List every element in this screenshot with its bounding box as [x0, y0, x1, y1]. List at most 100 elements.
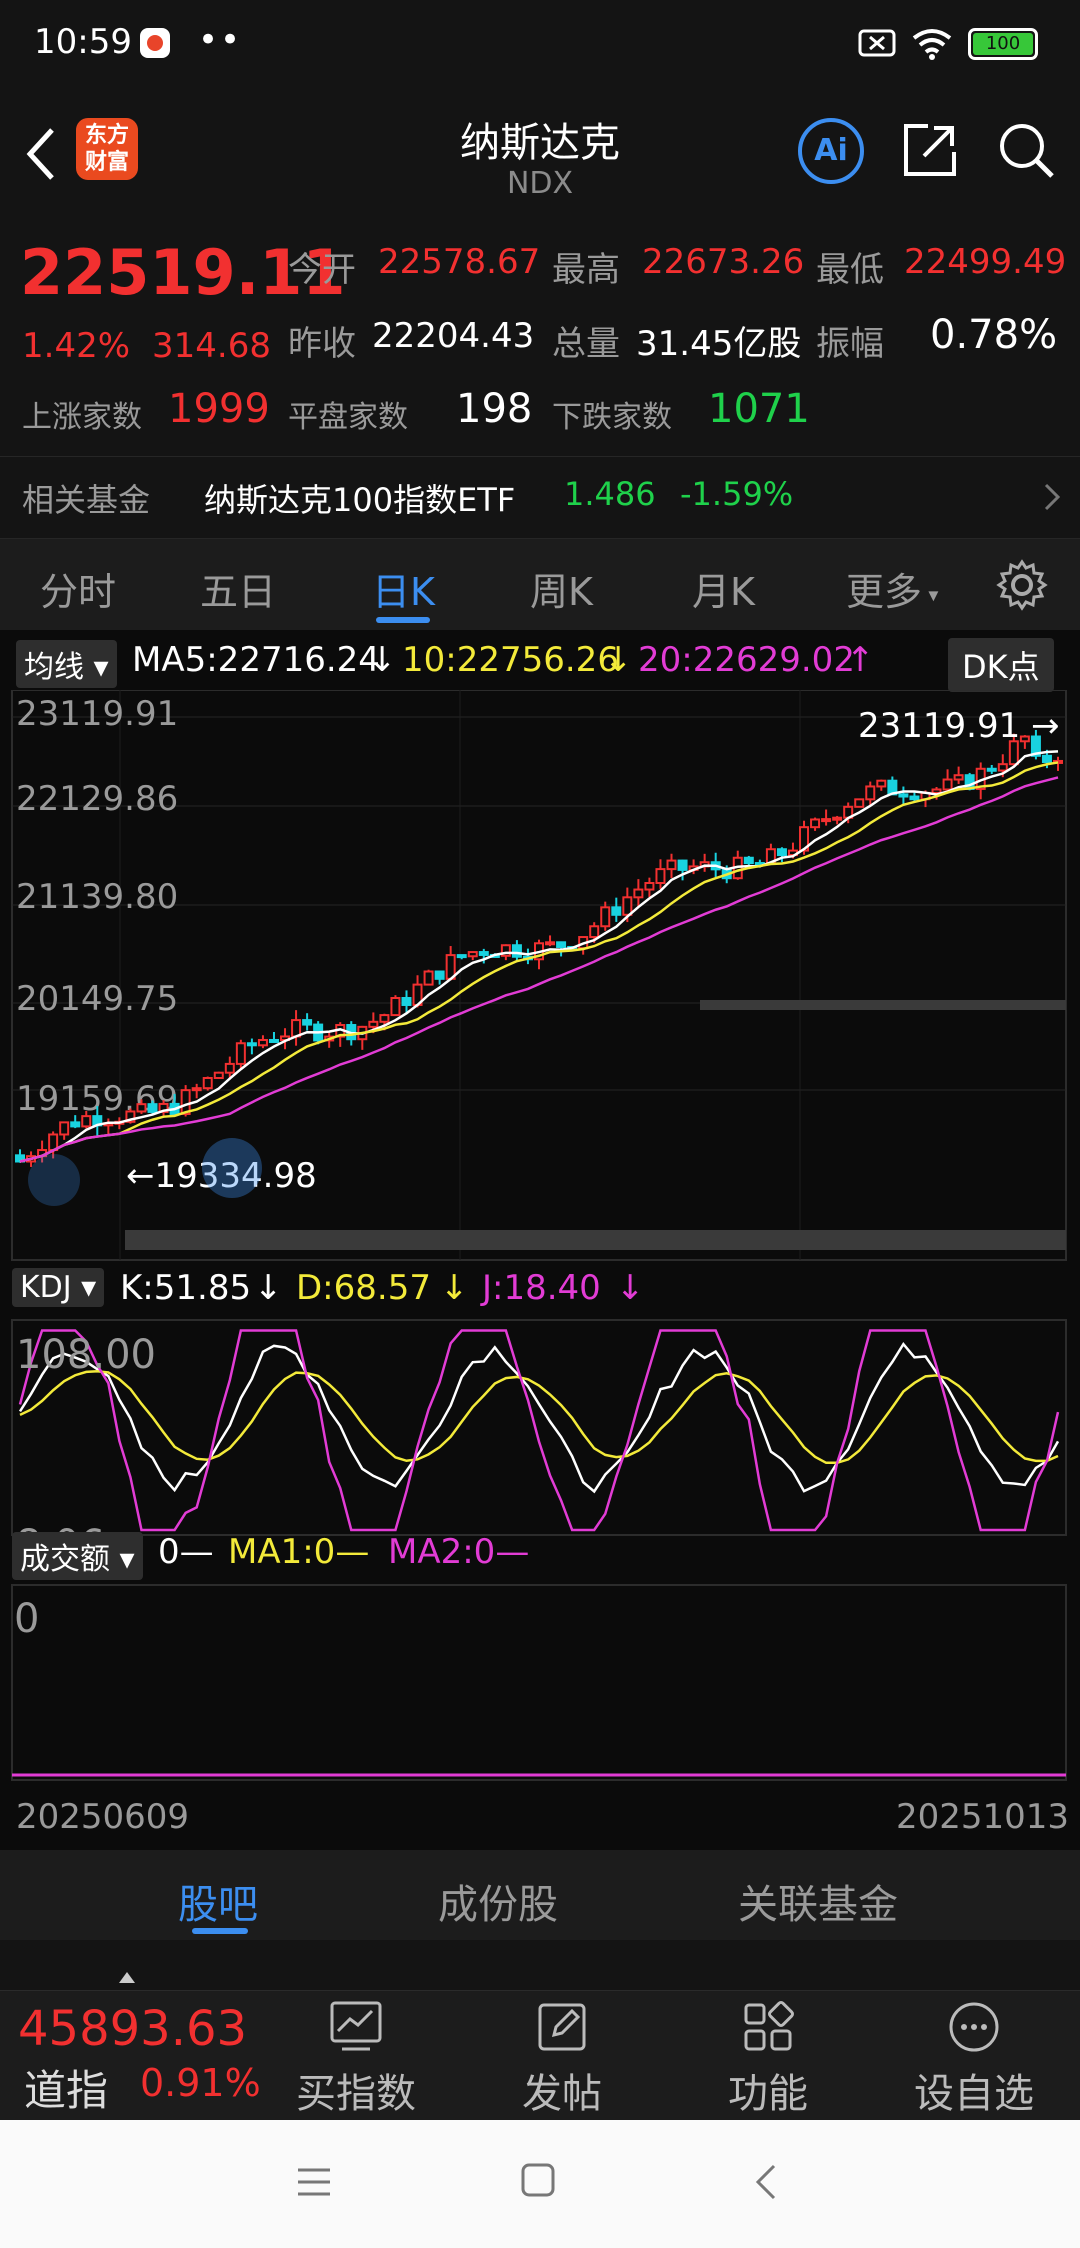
open-label: 今开	[288, 250, 356, 290]
amplitude-value: 0.78%	[930, 312, 1058, 358]
tab-daily-k[interactable]: 日K	[372, 561, 435, 616]
menu-icon[interactable]	[296, 2164, 332, 2200]
ticker-percent: 0.91%	[140, 2061, 261, 2105]
candle-body	[59, 1121, 70, 1136]
chart-area[interactable]: 均线 ▾ MA5:22716.24 ↓ 10:22756.26 ↓ 20:226…	[0, 630, 1080, 1850]
candle-body	[677, 859, 688, 871]
open-value: 22578.67	[378, 242, 541, 282]
battery-icon: 100	[968, 28, 1038, 60]
tab-monthly-k[interactable]: 月K	[692, 561, 755, 616]
candle-body	[213, 1071, 224, 1079]
ai-button[interactable]: Ai	[798, 118, 864, 184]
candle-body	[390, 997, 401, 1017]
related-fund-row[interactable]: 相关基金 纳斯达克100指数ETF 1.486 -1.59%	[0, 456, 1080, 536]
amplitude-label: 振幅	[816, 324, 884, 364]
low-value: 22499.49	[904, 242, 1067, 282]
ma5-label: MA5:22716.24	[132, 640, 380, 680]
y-tick-label: 23119.91	[16, 694, 178, 734]
down-count-value: 1071	[708, 386, 810, 432]
candle-body	[478, 951, 489, 956]
candle-body	[257, 1038, 268, 1047]
ticker-value: 45893.63	[18, 2001, 248, 2057]
feed-header-strip	[0, 1940, 1080, 1990]
kdj-k-line	[18, 1341, 1060, 1494]
support-band	[125, 1230, 1066, 1250]
related-fund-name: 纳斯达克100指数ETF	[204, 481, 516, 519]
candle-body	[456, 954, 467, 959]
tab-more[interactable]: 更多 ▾	[846, 561, 938, 616]
candle-body	[986, 767, 997, 772]
candle-body	[854, 798, 865, 808]
candle-body	[235, 1042, 246, 1065]
candle-body	[942, 778, 953, 791]
candle-body	[832, 816, 843, 821]
candle-body	[48, 1133, 59, 1152]
y-tick-label: 20149.75	[16, 979, 178, 1019]
kdj-d-arrow: ↓	[440, 1268, 469, 1308]
scroll-hint-circle-2	[28, 1154, 80, 1206]
kdj-j-line	[18, 1329, 1060, 1532]
x-end-date: 20251013	[896, 1797, 1069, 1837]
up-count-label: 上涨家数	[22, 400, 142, 435]
candle-body	[931, 788, 942, 794]
ma5-arrow: ↓	[368, 640, 397, 680]
home-icon[interactable]	[520, 2162, 556, 2198]
stock-header: 东方 财富 纳斯达克 NDX Ai	[0, 96, 1080, 216]
candle-body	[865, 785, 876, 801]
settings-gear-icon[interactable]	[996, 559, 1048, 611]
search-icon[interactable]	[996, 120, 1056, 180]
candle-body	[70, 1121, 81, 1128]
volume-panel-frame	[11, 1584, 1067, 1781]
ma10-label: 10:22756.26	[402, 640, 619, 680]
up-count-value: 1999	[168, 386, 270, 432]
change-value: 314.68	[152, 326, 271, 366]
tab-weekly-k[interactable]: 周K	[530, 561, 593, 616]
tab-guba[interactable]: 股吧	[178, 1872, 258, 1930]
candle-body	[821, 818, 832, 823]
volume-tick-label: 0	[14, 1596, 39, 1642]
candle-body	[556, 941, 567, 948]
tab-linked-funds[interactable]: 关联基金	[738, 1872, 898, 1930]
flat-count-label: 平盘家数	[288, 400, 408, 435]
chevron-right-icon	[1044, 483, 1061, 511]
candle-body	[302, 1019, 313, 1026]
functions-button[interactable]: 功能	[698, 1999, 838, 2119]
ma10-arrow: ↓	[604, 640, 633, 680]
post-button[interactable]: 发帖	[492, 1999, 632, 2119]
candle-body	[953, 774, 964, 781]
candle-body	[401, 997, 412, 1006]
ma20-arrow: ↑	[846, 640, 875, 680]
status-time: 10:59	[34, 22, 132, 62]
ma20-label: 20:22629.02	[638, 640, 855, 680]
sim-off-icon	[858, 29, 896, 57]
kdj-selector[interactable]: KDJ ▾	[12, 1268, 105, 1307]
buy-index-button[interactable]: 买指数	[286, 1999, 426, 2119]
related-fund-change: -1.59%	[680, 475, 794, 513]
candle-body	[600, 906, 611, 928]
volume-value-label: 0—	[158, 1532, 214, 1572]
volume-ma2-label: MA2:0—	[388, 1532, 530, 1572]
kdj-k-arrow: ↓	[254, 1268, 283, 1308]
tab-five-day[interactable]: 五日	[200, 561, 276, 616]
dk-points-button[interactable]: DK点	[948, 638, 1054, 692]
index-ticker[interactable]: 45893.63 道指 0.91%	[0, 1991, 270, 2121]
kdj-j-arrow: ↓	[616, 1268, 645, 1308]
volume-ma1-label: MA1:0—	[228, 1532, 370, 1572]
nav-back-icon[interactable]	[750, 2162, 780, 2202]
bottom-toolbar: 45893.63 道指 0.91% 买指数 发帖 功能 设自选	[0, 1990, 1080, 2120]
change-percent: 1.42%	[22, 326, 131, 366]
volume-selector[interactable]: 成交额 ▾	[12, 1532, 143, 1580]
tab-intraday[interactable]: 分时	[40, 561, 116, 616]
more-dots-icon	[949, 2002, 999, 2052]
resistance-band	[700, 1000, 1066, 1010]
tab-constituents[interactable]: 成份股	[438, 1872, 558, 1930]
add-watchlist-button[interactable]: 设自选	[904, 1999, 1044, 2119]
share-icon[interactable]	[900, 120, 960, 180]
candle-body	[191, 1087, 202, 1092]
flat-count-value: 198	[456, 386, 533, 432]
kdj-j-label: J:18.40	[482, 1268, 601, 1308]
quote-panel: 22519.11 1.42% 314.68 今开 22578.67 最高 226…	[0, 216, 1080, 536]
ticker-name: 道指	[24, 2066, 109, 2115]
ma-selector[interactable]: 均线 ▾	[16, 640, 117, 688]
candle-body	[666, 859, 677, 871]
